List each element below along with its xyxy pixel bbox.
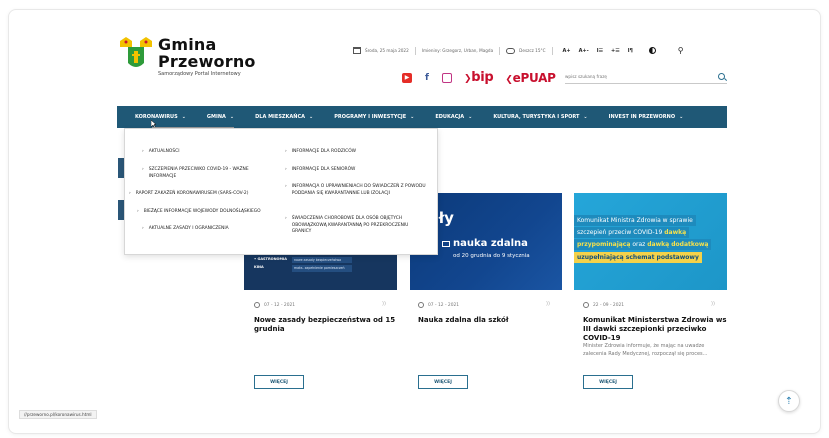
more-button[interactable]: WIĘCEJ xyxy=(418,375,468,389)
crest-icon xyxy=(118,37,154,77)
chevron-down-icon: ⌄ xyxy=(468,114,473,120)
nav-item-programy[interactable]: PROGRAMY I INWESTYCJE ⌄ xyxy=(334,114,414,120)
logo-line-2: Przeworno xyxy=(158,52,256,71)
cloud-icon xyxy=(506,47,516,54)
rss-icon[interactable]: )) xyxy=(546,301,550,307)
bip-link[interactable]: ❯bip xyxy=(464,70,494,85)
dropdown-item[interactable]: › INFORMACJE DLA SENIORÓW xyxy=(285,167,425,174)
dropdown-item[interactable]: › RAPORT ZAKAŻEŃ KORONAWIRUSEM (SARS-COV-… xyxy=(129,191,279,198)
social-links: ▶ f ❯bip ❮ePUAP xyxy=(402,70,556,85)
news-image-1[interactable]: • GASTRONOMIA KINA nowe zasady bezpiecze… xyxy=(244,255,397,290)
clock-icon xyxy=(583,302,589,308)
site-logo[interactable]: Gmina Przeworno Samorządowy Portal Inter… xyxy=(118,37,256,77)
news-title[interactable]: Nowe zasady bezpieczeństwa od 15 grudnia xyxy=(254,316,404,334)
calendar-icon xyxy=(353,47,361,54)
nav-item-gmina[interactable]: GMINA ⌄ xyxy=(207,114,234,120)
chevron-down-icon: ⌄ xyxy=(181,114,186,120)
contrast-icon[interactable] xyxy=(648,47,656,54)
line-height-button[interactable]: I☰ xyxy=(597,48,603,54)
news-excerpt: Minister Zdrowia informuje, że mając na … xyxy=(583,343,708,357)
chevron-down-icon: ⌄ xyxy=(410,114,415,120)
facebook-icon[interactable]: f xyxy=(422,73,432,83)
logo-subtitle: Samorządowy Portal Internetowy xyxy=(158,71,241,77)
instagram-icon[interactable] xyxy=(442,72,452,83)
dropdown-item[interactable]: › AKTUALNE ZASADY I OGRANICZENIA xyxy=(142,226,262,233)
dropdown-item[interactable]: › ŚWIADCZENIA CHOROBOWE DLA OSÓB OBJĘTYCH… xyxy=(285,216,427,236)
main-nav: KORONAWIRUS ⌄ GMINA ⌄ DLA MIESZKAŃCA ⌄ PROG… xyxy=(117,106,727,128)
status-url: //przeworno.pl/koronawirus.html xyxy=(19,410,97,419)
current-date: Środa, 25 maja 2022 xyxy=(365,48,409,53)
font-decrease-button[interactable]: A+- xyxy=(579,48,589,54)
youtube-icon[interactable]: ▶ xyxy=(402,72,412,83)
accessibility-controls: A+ A+- I☰ +☰ I¶ xyxy=(559,48,637,54)
rss-icon[interactable]: )) xyxy=(711,301,715,307)
news-title[interactable]: Komunikat Ministerstwa Zdrowia ws III da… xyxy=(583,316,733,343)
news-title[interactable]: Nauka zdalna dla szkół xyxy=(418,316,568,325)
rss-icon[interactable]: )) xyxy=(382,301,386,307)
shirt-icon: ⇡ xyxy=(784,395,794,407)
news-date: 07 - 12 - 2021 xyxy=(254,302,295,308)
chevron-down-icon: ⌄ xyxy=(229,114,235,120)
dropdown-item[interactable]: › BIEŻĄCE INFORMACJE WOJEWODY DOLNOŚLĄSKI… xyxy=(137,209,287,216)
letter-spacing-button[interactable]: +☰ xyxy=(611,48,620,54)
paragraph-button[interactable]: I¶ xyxy=(628,48,633,54)
news-date: 22 - 09 - 2021 xyxy=(583,302,624,308)
weather: Deszcz 15°C xyxy=(519,48,546,53)
nav-item-edukacja[interactable]: EDUKACJA ⌄ xyxy=(435,114,472,120)
nav-item-dla-mieszkanca[interactable]: DLA MIESZKAŃCA ⌄ xyxy=(255,114,313,120)
epuap-link[interactable]: ❮ePUAP xyxy=(505,71,555,85)
search-icon[interactable] xyxy=(718,73,725,80)
back-to-top-button[interactable]: ⇡ xyxy=(778,390,800,412)
news-date: 07 - 12 - 2021 xyxy=(418,302,459,308)
nav-item-invest[interactable]: INVEST IN PRZEWORNO ⌄ xyxy=(609,114,684,120)
dropdown-item[interactable]: › INFORMACJA O UPRAWNIENIACH DO ŚWIADCZEŃ… xyxy=(285,184,427,197)
search-box xyxy=(565,70,727,84)
nameday: Imieniny: Grzegorz, Urban, Magda xyxy=(421,48,494,53)
dropdown-item[interactable]: › AKTUALNOŚCI xyxy=(142,149,262,156)
chevron-down-icon: ⌄ xyxy=(583,114,588,120)
magic-wand-icon[interactable]: ⚲ xyxy=(678,46,684,55)
clock-icon xyxy=(418,302,424,308)
font-increase-button[interactable]: A+ xyxy=(563,48,571,54)
news-image-3[interactable]: Komunikat Ministra Zdrowia w sprawie szc… xyxy=(574,193,727,290)
search-input[interactable] xyxy=(565,74,705,79)
dropdown-item[interactable]: › INFORMACJE DLA RODZICÓW xyxy=(285,149,425,156)
logo-line-1: Gmina xyxy=(158,35,217,54)
clock-icon xyxy=(254,302,260,308)
info-bar: Środa, 25 maja 2022 Imieniny: Grzegorz, … xyxy=(353,46,684,55)
more-button[interactable]: WIĘCEJ xyxy=(583,375,633,389)
nav-item-kultura[interactable]: KULTURA, TURYSTYKA I SPORT ⌄ xyxy=(493,114,587,120)
dropdown-item[interactable]: › SZCZEPIENIA PRZECIWKO COVID-19 - WAŻNE … xyxy=(142,167,267,180)
nav-item-koronawirus[interactable]: KORONAWIRUS ⌄ xyxy=(135,114,186,120)
koronawirus-dropdown: › AKTUALNOŚCI › SZCZEPIENIA PRZECIWKO COVI… xyxy=(124,128,438,255)
laptop-icon xyxy=(442,241,450,247)
chevron-down-icon: ⌄ xyxy=(309,114,314,120)
chevron-down-icon: ⌄ xyxy=(679,114,684,120)
more-button[interactable]: WIĘCEJ xyxy=(254,375,304,389)
